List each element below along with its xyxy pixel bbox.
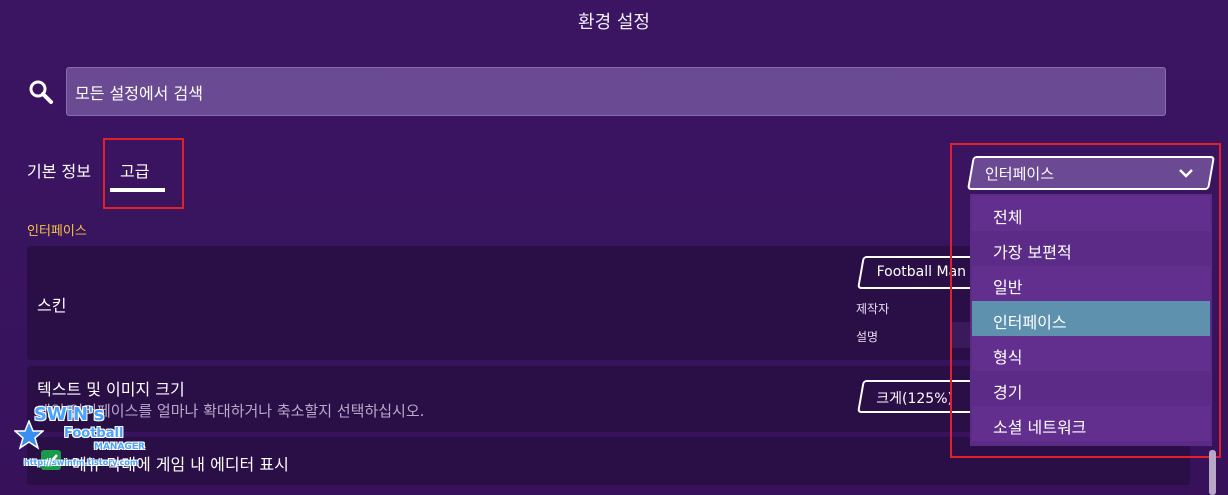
section-label: 인터페이스 — [27, 224, 87, 239]
text-size-label: 텍스트 및 이미지 크기 — [37, 380, 185, 399]
skin-maker-label: 제작자 — [856, 302, 890, 316]
search-icon[interactable] — [28, 79, 54, 105]
watermark-line-1: SWiN's — [34, 404, 105, 425]
search-input[interactable]: 모든 설정에서 검색 — [66, 67, 1166, 116]
scrollbar[interactable] — [1209, 450, 1216, 495]
skin-desc-label: 설명 — [856, 330, 879, 344]
tab-basic[interactable]: 기본 정보 — [27, 158, 91, 182]
watermark-line-3: MANAGER — [94, 442, 145, 452]
annotation-highlight-tab — [103, 138, 184, 209]
annotation-highlight-dropdown — [950, 143, 1221, 458]
watermark-line-2: Football — [64, 426, 124, 441]
watermark-logo: SWiN's Football MANAGER http://swinfm.ti… — [14, 400, 164, 475]
search-placeholder: 모든 설정에서 검색 — [75, 83, 203, 103]
page-title: 환경 설정 — [578, 12, 650, 33]
watermark-line-4: http://swinfm.tistory.com — [24, 458, 139, 467]
skin-label: 스킨 — [37, 296, 67, 315]
